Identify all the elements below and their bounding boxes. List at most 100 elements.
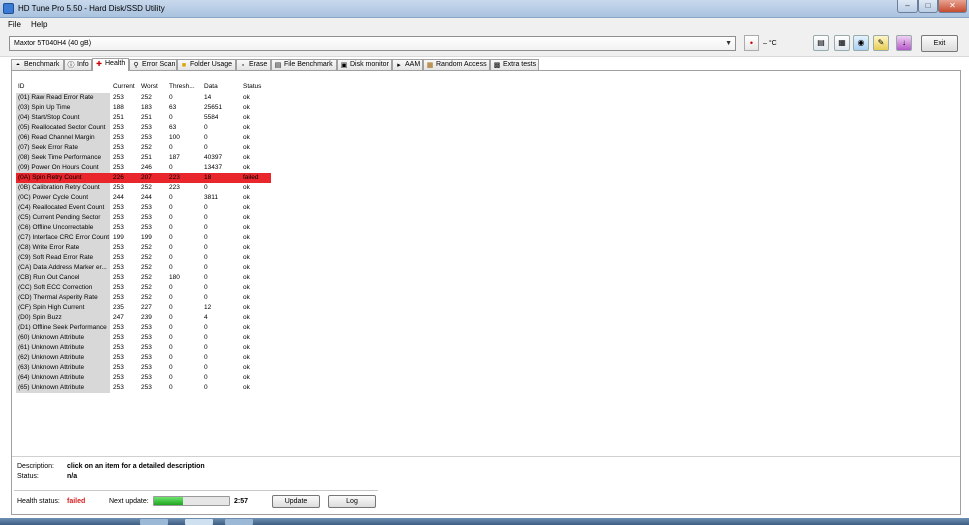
health-status-label: Health status: (17, 498, 60, 505)
menu-help[interactable]: Help (31, 20, 47, 29)
cell-status: ok (243, 134, 250, 141)
cell-data: 0 (204, 354, 208, 361)
close-button[interactable]: ✕ (938, 0, 967, 13)
column-header-id[interactable]: ID (18, 83, 25, 90)
table-row[interactable]: (C6) Offline Uncorrectable 253 253 0 0 ok (16, 223, 271, 233)
cell-worst: 252 (141, 144, 152, 151)
cell-id: (D0) Spin Buzz (16, 313, 110, 323)
tab-file-benchmark[interactable]: ▤ File Benchmark (271, 59, 337, 70)
table-row[interactable]: (0A) Spin Retry Count 226 207 223 18 failed (16, 173, 271, 183)
speaker-icon: ▸ (397, 62, 401, 69)
tab-health[interactable]: ✚ Health (92, 58, 129, 71)
cell-worst: 253 (141, 204, 152, 211)
benchmark-icon: ◓ (15, 62, 21, 69)
cell-threshold: 0 (169, 284, 173, 291)
tab-folder-usage[interactable]: ■ Folder Usage (177, 59, 236, 70)
cell-id: (65) Unknown Attribute (16, 383, 110, 393)
taskbar-item[interactable] (140, 519, 168, 525)
cell-status: ok (243, 234, 250, 241)
column-header-current[interactable]: Current (113, 83, 135, 90)
cell-status: ok (243, 314, 250, 321)
drive-select[interactable]: Maxtor 5T040H4 (40 gB) ▼ (9, 36, 736, 51)
column-header-threshold[interactable]: Thresh... (169, 83, 195, 90)
column-header-status[interactable]: Status (243, 83, 261, 90)
update-button[interactable]: Update (272, 495, 320, 508)
cell-data: 0 (204, 264, 208, 271)
maximize-button[interactable]: □ (918, 0, 938, 13)
temperature-value: – °C (763, 40, 777, 47)
taskbar-item[interactable] (225, 519, 253, 525)
tab-benchmark[interactable]: ◓ Benchmark (11, 59, 64, 70)
table-row[interactable]: (C9) Soft Read Error Rate 253 252 0 0 ok (16, 253, 271, 263)
cell-worst: 253 (141, 384, 152, 391)
cell-status: ok (243, 344, 250, 351)
tab-error-scan[interactable]: ⚲ Error Scan (129, 59, 177, 70)
table-row[interactable]: (C4) Reallocated Event Count 253 253 0 0 ok (16, 203, 271, 213)
table-row[interactable]: (62) Unknown Attribute 253 253 0 0 ok (16, 353, 271, 363)
menu-file[interactable]: File (8, 20, 21, 29)
cell-data: 0 (204, 184, 208, 191)
table-row[interactable]: (CC) Soft ECC Correction 253 252 0 0 ok (16, 283, 271, 293)
table-row[interactable]: (01) Raw Read Error Rate 253 252 0 14 ok (16, 93, 271, 103)
tab-extra-tests[interactable]: ▩ Extra tests (490, 59, 539, 70)
table-row[interactable]: (03) Spin Up Time 188 183 63 25651 ok (16, 103, 271, 113)
table-row[interactable]: (61) Unknown Attribute 253 253 0 0 ok (16, 343, 271, 353)
cell-data: 12 (204, 304, 212, 311)
table-row[interactable]: (C5) Current Pending Sector 253 253 0 0 ok (16, 213, 271, 223)
cell-data: 0 (204, 204, 208, 211)
table-row[interactable]: (0B) Calibration Retry Count 253 252 223 0 ok (16, 183, 271, 193)
disk-monitor-icon: ▣ (340, 62, 348, 69)
tab-disk-monitor[interactable]: ▣ Disk monitor (337, 59, 392, 70)
log-button[interactable]: Log (328, 495, 376, 508)
cell-data: 5584 (204, 114, 219, 121)
table-row[interactable]: (C8) Write Error Rate 253 252 0 0 ok (16, 243, 271, 253)
copy-info-icon[interactable]: ▤ (813, 35, 829, 51)
tab-aam[interactable]: ▸ AAM (392, 59, 423, 70)
save-icon[interactable]: ↓ (896, 35, 912, 51)
table-row[interactable]: (CD) Thermal Asperity Rate 253 252 0 0 ok (16, 293, 271, 303)
copy-all-icon[interactable]: ▦ (834, 35, 850, 51)
cell-threshold: 0 (169, 234, 173, 241)
table-row[interactable]: (0C) Power Cycle Count 244 244 0 3811 ok (16, 193, 271, 203)
tab-erase[interactable]: ▫ Erase (236, 59, 271, 70)
table-row[interactable]: (CF) Spin High Current 235 227 0 12 ok (16, 303, 271, 313)
table-row[interactable]: (CB) Run Out Cancel 253 252 180 0 ok (16, 273, 271, 283)
screenshot-icon[interactable]: ◉ (853, 35, 869, 51)
table-row[interactable]: (60) Unknown Attribute 253 253 0 0 ok (16, 333, 271, 343)
cell-worst: 252 (141, 284, 152, 291)
exit-button[interactable]: Exit (921, 35, 958, 52)
table-row[interactable]: (04) Start/Stop Count 251 251 0 5584 ok (16, 113, 271, 123)
table-row[interactable]: (09) Power On Hours Count 253 246 0 13437 ok (16, 163, 271, 173)
table-row[interactable]: (64) Unknown Attribute 253 253 0 0 ok (16, 373, 271, 383)
table-row[interactable]: (CA) Data Address Marker er... 253 252 0 0 ok (16, 263, 271, 273)
cell-id: (0B) Calibration Retry Count (16, 183, 110, 193)
tab-info[interactable]: ⓘ Info (64, 59, 92, 70)
tab-random-access[interactable]: ▦ Random Access (423, 59, 490, 70)
column-header-data[interactable]: Data (204, 83, 218, 90)
cell-worst: 183 (141, 104, 152, 111)
options-icon[interactable]: ✎ (873, 35, 889, 51)
cell-threshold: 0 (169, 244, 173, 251)
cell-threshold: 0 (169, 334, 173, 341)
table-row[interactable]: (63) Unknown Attribute 253 253 0 0 ok (16, 363, 271, 373)
window-title: HD Tune Pro 5.50 - Hard Disk/SSD Utility (18, 4, 165, 13)
table-row[interactable]: (D1) Offline Seek Performance 253 253 0 0 ok (16, 323, 271, 333)
table-row[interactable]: (C7) Interface CRC Error Count 199 199 0 0 ok (16, 233, 271, 243)
table-row[interactable]: (05) Reallocated Sector Count 253 253 63 0 ok (16, 123, 271, 133)
taskbar-item[interactable] (185, 519, 213, 525)
table-row[interactable]: (D0) Spin Buzz 247 239 0 4 ok (16, 313, 271, 323)
table-row[interactable]: (07) Seek Error Rate 253 252 0 0 ok (16, 143, 271, 153)
cell-current: 226 (113, 174, 124, 181)
table-row[interactable]: (06) Read Channel Margin 253 253 100 0 ok (16, 133, 271, 143)
divider (12, 456, 960, 457)
cell-status: ok (243, 354, 250, 361)
cell-id: (01) Raw Read Error Rate (16, 93, 110, 103)
minimize-button[interactable]: – (897, 0, 918, 13)
table-row[interactable]: (08) Seek Time Performance 253 251 187 40397… (16, 153, 271, 163)
column-header-worst[interactable]: Worst (141, 83, 158, 90)
cell-id: (03) Spin Up Time (16, 103, 110, 113)
table-row[interactable]: (65) Unknown Attribute 253 253 0 0 ok (16, 383, 271, 393)
cell-worst: 227 (141, 304, 152, 311)
cell-id: (C6) Offline Uncorrectable (16, 223, 110, 233)
cell-worst: 252 (141, 184, 152, 191)
